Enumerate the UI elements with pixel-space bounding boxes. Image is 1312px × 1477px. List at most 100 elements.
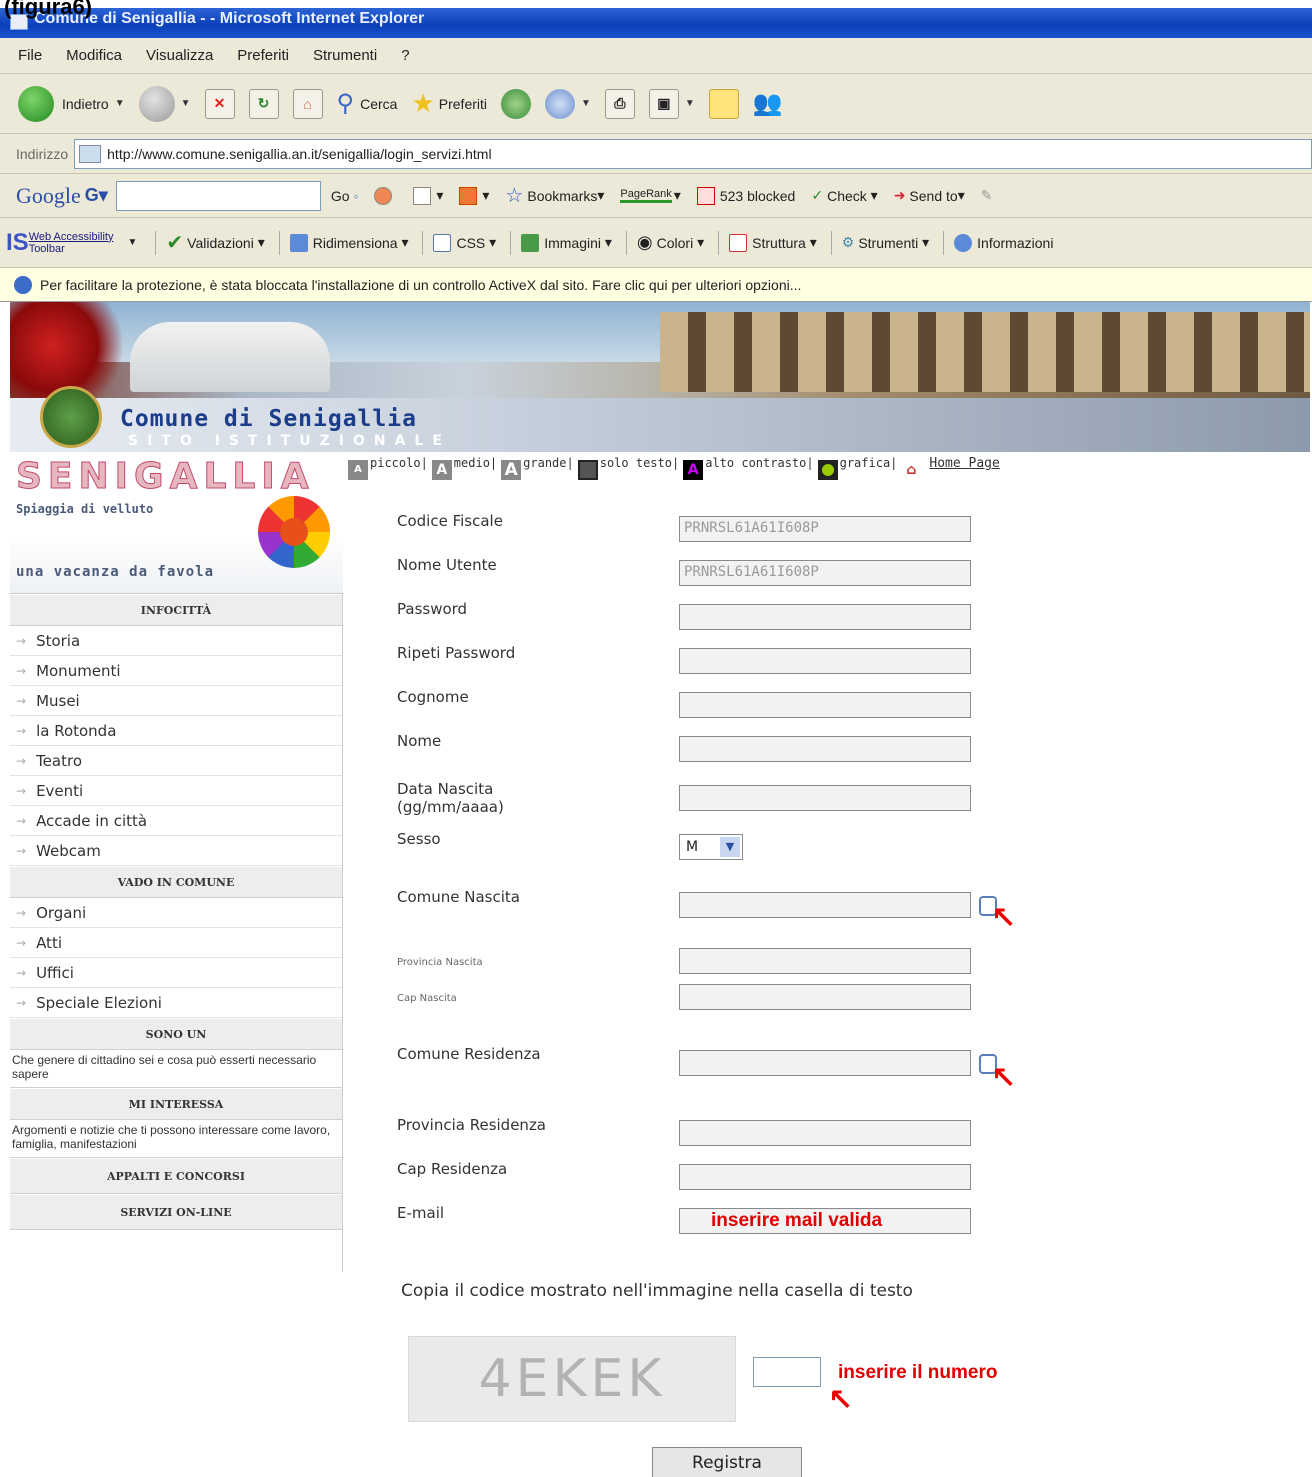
print-button[interactable]: ⎙	[604, 88, 635, 119]
sidebar-item-rotonda[interactable]: → la Rotonda	[10, 716, 342, 746]
ripeti-password-field[interactable]	[679, 648, 971, 674]
google-go-button[interactable]: Go ◦	[331, 188, 359, 204]
wat-struttura[interactable]: Struttura ▾	[729, 233, 817, 252]
wat-informazioni[interactable]: Informazioni	[954, 233, 1053, 252]
chevron-down-icon[interactable]: ▼	[115, 98, 125, 109]
sidebar-item-teatro[interactable]: → Teatro	[10, 746, 342, 776]
menu-visualizza[interactable]: Visualizza	[146, 47, 213, 64]
comune-nascita-field[interactable]	[679, 892, 971, 918]
wat-colori[interactable]: ◉ Colori ▾	[637, 232, 704, 253]
spellcheck-button[interactable]: ✓ Check ▾	[811, 187, 877, 204]
edit-button[interactable]: ▣ ▼	[648, 88, 695, 119]
password-field[interactable]	[679, 604, 971, 630]
chevron-down-icon[interactable]: ▼	[181, 98, 191, 109]
codice-fiscale-field[interactable]: PRNRSL61A61I608P	[679, 516, 971, 542]
history-button[interactable]	[501, 88, 531, 119]
provincia-nascita-field[interactable]	[679, 948, 971, 974]
figure-caption: (figura6)	[4, 0, 92, 19]
pagerank-label: PageRank	[620, 188, 672, 203]
menu-file[interactable]: File	[18, 47, 42, 64]
sidebar-item-monumenti[interactable]: → Monumenti	[10, 656, 342, 686]
google-search-input[interactable]	[115, 180, 321, 211]
section-infocitta[interactable]: INFOCITTÀ	[10, 594, 342, 626]
data-nascita-field[interactable]	[679, 785, 971, 811]
cap-nascita-field[interactable]	[679, 984, 971, 1010]
font-small-link[interactable]: Apiccolo|	[348, 456, 428, 480]
sendto-button[interactable]: ➜ Send to ▾	[894, 187, 965, 204]
mail-button[interactable]: ▼	[545, 88, 591, 119]
sidebar-item-accade[interactable]: → Accade in città	[10, 806, 342, 836]
home-page-link[interactable]: ⌂ Home Page	[901, 456, 1000, 480]
chevron-down-icon[interactable]: ▼	[720, 837, 740, 857]
google-news-button[interactable]: ▾	[413, 186, 443, 205]
nome-utente-field[interactable]: PRNRSL61A61I608P	[679, 560, 971, 586]
popup-blocked-icon	[696, 186, 715, 205]
section-sono-un[interactable]: SONO UN	[10, 1018, 342, 1050]
menu-help[interactable]: ?	[401, 47, 409, 64]
favorites-button[interactable]: ★ Preferiti	[411, 88, 487, 119]
menu-strumenti[interactable]: Strumenti	[313, 47, 377, 64]
chevron-down-icon[interactable]: ▼	[127, 237, 137, 248]
address-input[interactable]: http://www.comune.senigallia.an.it/senig…	[74, 138, 1312, 169]
wat-ridimensiona[interactable]: Ridimensiona ▾	[289, 233, 408, 252]
google-tool-button[interactable]	[374, 186, 397, 205]
sidebar-item-storia[interactable]: → Storia	[10, 626, 342, 656]
chevron-down-icon[interactable]: ▼	[581, 98, 591, 109]
cap-nascita-label: Cap Nascita	[397, 993, 457, 1004]
cognome-field[interactable]	[679, 692, 971, 718]
menu-modifica[interactable]: Modifica	[66, 47, 122, 64]
senigallia-logo[interactable]: SENIGALLIA Spiaggia di velluto una vacan…	[10, 452, 343, 594]
chevron-down-icon[interactable]: ▼	[685, 98, 695, 109]
section-vado-in-comune[interactable]: VADO IN COMUNE	[10, 866, 342, 898]
sidebar-item-webcam[interactable]: → Webcam	[10, 836, 342, 866]
email-label: E-mail	[397, 1204, 445, 1222]
resize-icon	[289, 233, 308, 252]
sidebar-item-musei[interactable]: → Musei	[10, 686, 342, 716]
bookmarks-button[interactable]: ☆ Bookmarks ▾	[505, 183, 604, 208]
google-menu-button[interactable]: G▾	[85, 185, 108, 206]
wat-immagini[interactable]: Immagini ▾	[521, 233, 612, 252]
wat-logo[interactable]: IS Web Accessibility Toolbar ▼	[6, 229, 137, 257]
provincia-residenza-field[interactable]	[679, 1120, 971, 1146]
text-only-link[interactable]: solo testo|	[577, 456, 679, 480]
section-appalti-concorsi[interactable]: APPALTI E CONCORSI	[10, 1158, 342, 1194]
back-button[interactable]: Indietro ▼	[18, 85, 125, 122]
graphic-link[interactable]: grafica|	[817, 456, 897, 480]
popup-blocker-button[interactable]: 523 blocked	[696, 186, 795, 205]
wat-logo-line2: Toolbar	[28, 242, 65, 255]
sidebar-item-elezioni[interactable]: → Speciale Elezioni	[10, 988, 342, 1018]
home-button[interactable]: ⌂	[292, 88, 323, 119]
activex-info-bar[interactable]: Per facilitare la protezione, è stata bl…	[0, 268, 1312, 302]
wat-css[interactable]: CSS ▾	[433, 233, 496, 252]
stop-button[interactable]: ✕	[204, 88, 235, 119]
sidebar-item-organi[interactable]: → Organi	[10, 898, 342, 928]
nome-field[interactable]	[679, 736, 971, 762]
sidebar-item-atti[interactable]: → Atti	[10, 928, 342, 958]
sidebar-item-uffici[interactable]: → Uffici	[10, 958, 342, 988]
registra-button[interactable]: Registra	[652, 1447, 802, 1477]
search-button[interactable]: ⚲ Cerca	[337, 89, 398, 118]
section-servizi-online[interactable]: SERVIZI ON-LINE	[10, 1194, 342, 1230]
sidebar-item-eventi[interactable]: → Eventi	[10, 776, 342, 806]
messenger-button[interactable]: 👥	[753, 89, 783, 118]
forward-button[interactable]: ▼	[138, 85, 191, 122]
notes-button[interactable]	[708, 88, 739, 119]
comune-residenza-field[interactable]	[679, 1050, 971, 1076]
google-extra-button[interactable]: ✎	[981, 187, 993, 204]
divider	[830, 230, 832, 255]
wat-validazioni[interactable]: ✔ Validazioni ▾	[166, 230, 264, 255]
sesso-select[interactable]: M ▼	[679, 834, 743, 860]
font-medium-link[interactable]: Amedio|	[431, 456, 497, 480]
section-mi-interessa[interactable]: MI INTERESSA	[10, 1088, 342, 1120]
google-options-button[interactable]: ▾	[459, 186, 489, 205]
cap-residenza-field[interactable]	[679, 1164, 971, 1190]
font-large-link[interactable]: Agrande|	[501, 456, 574, 480]
wat-strumenti[interactable]: ⚙ Strumenti ▾	[842, 234, 929, 251]
pagerank-button[interactable]: PageRank ▾	[620, 187, 681, 204]
captcha-input[interactable]	[753, 1357, 821, 1387]
high-contrast-link[interactable]: Aalto contrasto|	[683, 456, 814, 480]
refresh-button[interactable]: ↻	[248, 88, 279, 119]
google-logo[interactable]: Google	[16, 183, 81, 209]
favorites-label: Preferiti	[438, 95, 487, 112]
menu-preferiti[interactable]: Preferiti	[237, 47, 289, 64]
